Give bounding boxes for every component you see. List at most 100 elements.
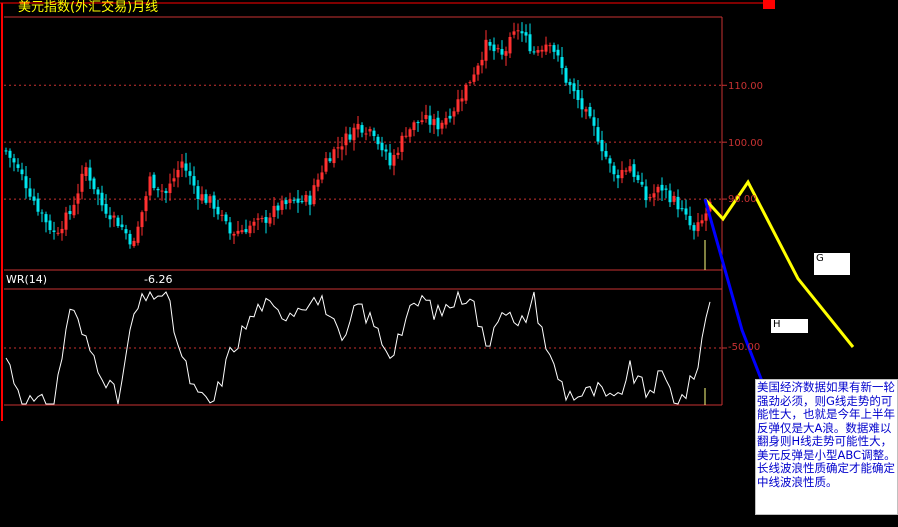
price-tick-label: 100.00 <box>728 138 763 149</box>
candle-body <box>228 222 232 234</box>
candle-body <box>412 122 416 131</box>
candle-body <box>352 127 356 141</box>
candle-body <box>688 215 692 226</box>
candle-body <box>684 208 688 215</box>
candle-body <box>52 230 56 232</box>
candle-body <box>436 117 440 130</box>
candle-body <box>584 109 588 112</box>
candle-body <box>648 197 652 199</box>
candle-body <box>500 49 504 55</box>
candle-body <box>224 214 228 222</box>
candle-body <box>68 211 72 215</box>
candle-body <box>520 31 524 34</box>
chart-frame <box>0 0 775 421</box>
candle-body <box>380 142 384 151</box>
candle-body <box>636 175 640 181</box>
candle-body <box>444 118 448 125</box>
candle-body <box>24 176 28 189</box>
candle-body <box>524 32 528 36</box>
candle-body <box>40 212 44 214</box>
candle-body <box>348 134 352 140</box>
candle-body <box>316 179 320 187</box>
candle-body <box>420 120 424 123</box>
indicator-value: -6.26 <box>144 273 173 286</box>
candle-body <box>392 154 396 166</box>
candle-body <box>112 215 116 218</box>
candle-body <box>672 195 676 202</box>
candle-body <box>668 190 672 203</box>
candle-body <box>400 135 404 152</box>
candle-body <box>116 217 120 226</box>
candle-body <box>128 233 132 245</box>
candle-body <box>308 195 312 205</box>
candle-body <box>148 176 152 196</box>
candle-body <box>20 169 24 175</box>
candle-body <box>536 50 540 53</box>
candle-body <box>176 169 180 178</box>
candle-body <box>284 200 288 205</box>
candle-body <box>696 222 700 232</box>
candle-body <box>592 117 596 126</box>
candle-body <box>168 183 172 194</box>
candle-body <box>620 169 624 179</box>
candle-body <box>504 51 508 56</box>
candle-body <box>376 136 380 145</box>
candle-body <box>700 220 704 224</box>
candle-body <box>452 111 456 117</box>
candle-body <box>664 188 668 190</box>
corner-marker <box>763 0 775 9</box>
candle-body <box>48 220 52 231</box>
candle-body <box>76 193 80 204</box>
candle-body <box>704 213 708 221</box>
candle-body <box>384 149 388 152</box>
candle-body <box>276 205 280 211</box>
candle-body <box>88 167 92 181</box>
candle-body <box>144 196 148 212</box>
candle-body <box>92 178 96 190</box>
analysis-note: 美国经济数据如果有新一轮强劲必须，则G线走势的可能性大，也就是今年上半年反弹仅是… <box>755 379 898 515</box>
candle-body <box>36 198 40 212</box>
candle-body <box>236 230 240 234</box>
candle-body <box>272 205 276 217</box>
candle-body <box>560 57 564 68</box>
candle-body <box>220 214 224 216</box>
candle-body <box>160 190 164 192</box>
candle-body <box>296 198 300 203</box>
candle-body <box>396 152 400 155</box>
candle-body <box>340 146 344 150</box>
candle-body <box>280 200 284 210</box>
candle-body <box>600 139 604 152</box>
candle-body <box>256 218 260 220</box>
candle-body <box>448 115 452 119</box>
chart-title: 美元指数(外汇交易)月线 <box>18 0 159 15</box>
candle-body <box>64 212 68 230</box>
candle-body <box>28 188 32 197</box>
candle-body <box>208 196 212 203</box>
candle-body <box>680 208 684 210</box>
candle-body <box>268 217 272 224</box>
candle-body <box>632 164 636 177</box>
candle-body <box>640 181 644 185</box>
candle-body <box>388 152 392 166</box>
candle-body <box>164 190 168 194</box>
price-tick-label: 110.00 <box>728 81 763 92</box>
candle-body <box>596 127 600 142</box>
candle-body <box>324 158 328 172</box>
candle-body <box>484 39 488 61</box>
candle-body <box>8 150 12 158</box>
wave-label-g: G <box>814 253 850 275</box>
candle-body <box>432 119 436 126</box>
candle-body <box>216 206 220 215</box>
candle-body <box>544 44 548 52</box>
candle-body <box>328 158 332 162</box>
candle-body <box>576 89 580 100</box>
candle-body <box>244 229 248 233</box>
candle-body <box>72 204 76 216</box>
candle-body <box>480 59 484 66</box>
candle-body <box>360 125 364 133</box>
candle-body <box>104 203 108 214</box>
candle-body <box>468 82 472 84</box>
candle-body <box>488 42 492 46</box>
candle-body <box>108 215 112 220</box>
price-tick-label: 90.00 <box>728 194 757 205</box>
